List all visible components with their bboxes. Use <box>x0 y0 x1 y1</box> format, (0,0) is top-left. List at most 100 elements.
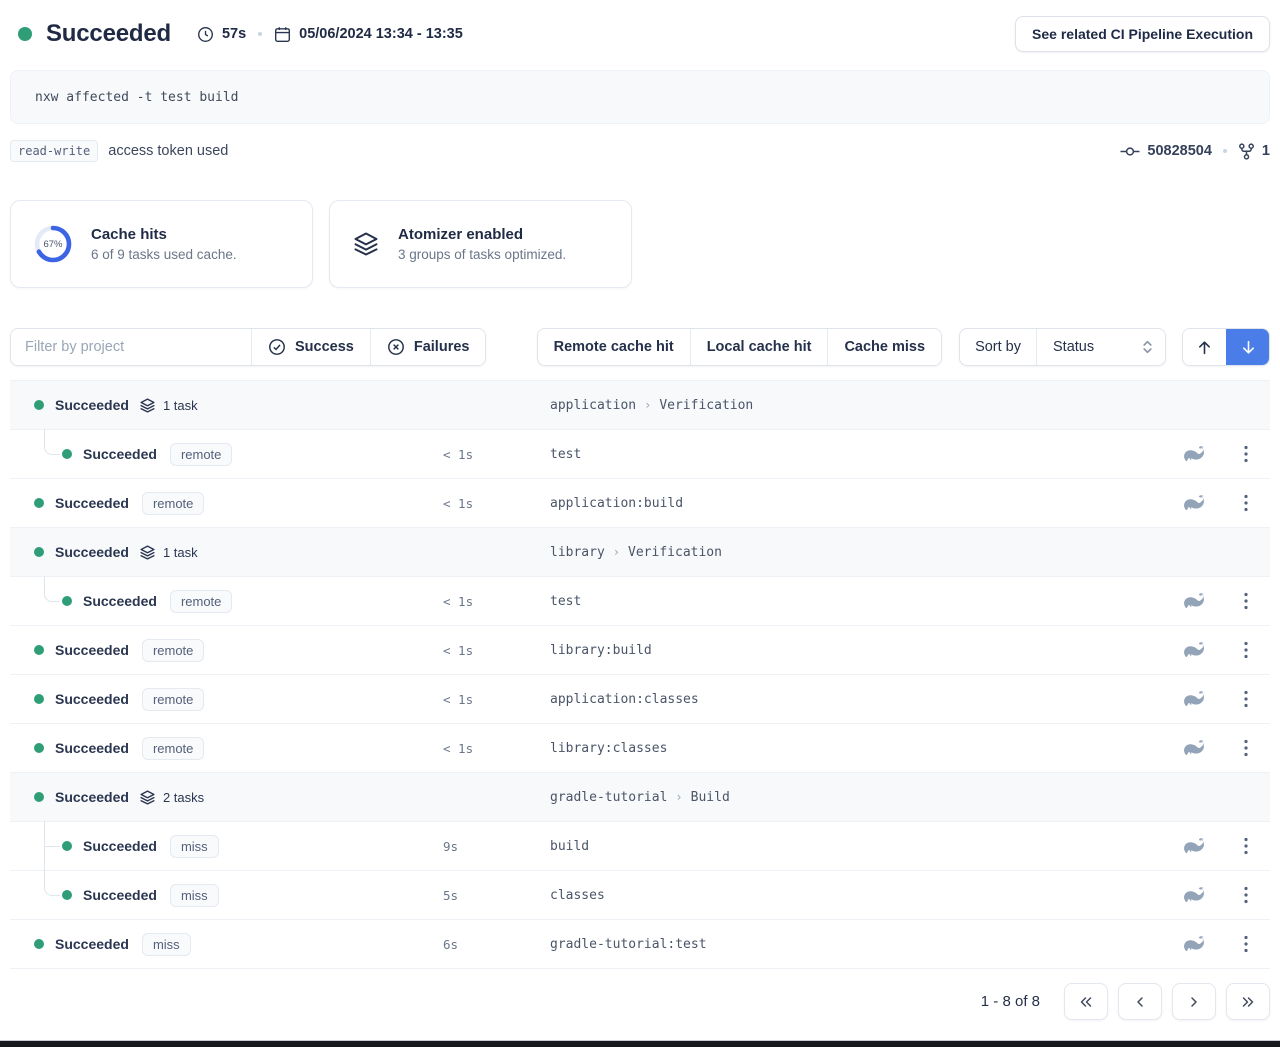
last-page-icon <box>1240 994 1256 1010</box>
kebab-menu-icon[interactable] <box>1240 639 1252 661</box>
vcs-info: 50828504 1 <box>1120 143 1270 160</box>
kebab-menu-icon[interactable] <box>1240 492 1252 514</box>
task-row[interactable]: Succeededmiss5sclasses <box>10 871 1270 920</box>
status-label: Succeeded <box>55 495 129 511</box>
row-menu-cell <box>1222 492 1270 514</box>
duration-cell: 9s <box>443 839 550 854</box>
gradle-icon[interactable] <box>1183 936 1206 952</box>
sort-ascending-button[interactable] <box>1183 329 1226 365</box>
task-count: 2 tasks <box>163 790 204 805</box>
first-page-icon <box>1078 994 1094 1010</box>
kebab-menu-icon[interactable] <box>1240 884 1252 906</box>
task-group-row[interactable]: Succeeded1 task application›Verification <box>10 381 1270 430</box>
duration-cell: < 1s <box>443 741 550 756</box>
task-row[interactable]: Succeededmiss6sgradle-tutorial:test <box>10 920 1270 969</box>
task-row[interactable]: Succeededremote< 1sapplication:classes <box>10 675 1270 724</box>
next-page-button[interactable] <box>1172 983 1216 1020</box>
sort-descending-button[interactable] <box>1226 329 1269 365</box>
sort-direction-group <box>1182 328 1270 366</box>
gradle-link-cell <box>1166 691 1222 707</box>
last-page-button[interactable] <box>1226 983 1270 1020</box>
status-cell: Succeeded1 task <box>10 544 443 561</box>
task-list: Succeeded1 taskapplication›VerificationS… <box>10 380 1270 969</box>
task-group-row[interactable]: Succeeded1 tasklibrary›Verification <box>10 528 1270 577</box>
kebab-menu-icon[interactable] <box>1240 688 1252 710</box>
status-label: Succeeded <box>55 936 129 952</box>
chevron-right-icon: › <box>613 545 620 559</box>
row-menu-cell <box>1222 688 1270 710</box>
status-cell: Succeeded1 task <box>10 397 443 414</box>
layers-icon <box>139 397 156 414</box>
remote-cache-hit-button[interactable]: Remote cache hit <box>538 329 690 365</box>
card-subtitle: 6 of 9 tasks used cache. <box>91 247 237 262</box>
group-breadcrumb: application›Verification <box>550 398 1166 413</box>
related-ci-pipeline-button[interactable]: See related CI Pipeline Execution <box>1015 16 1270 52</box>
kebab-menu-icon[interactable] <box>1240 737 1252 759</box>
tree-connector <box>44 846 46 871</box>
pagination-label: 1 - 8 of 8 <box>981 993 1040 1010</box>
cache-status-badge: remote <box>142 688 204 711</box>
failures-filter-button[interactable]: Failures <box>370 329 486 365</box>
task-row[interactable]: Succeededmiss9sbuild <box>10 822 1270 871</box>
duration-cell: < 1s <box>443 447 550 462</box>
sort-group: Sort by Status <box>959 328 1166 366</box>
task-row[interactable]: Succeededremote< 1slibrary:build <box>10 626 1270 675</box>
summary-cards: 67% Cache hits 6 of 9 tasks used cache. … <box>10 200 1270 288</box>
task-name: library:build <box>550 643 1166 658</box>
card-title: Cache hits <box>91 226 237 243</box>
task-row[interactable]: Succeededremote< 1stest <box>10 577 1270 626</box>
task-group-row[interactable]: Succeeded2 tasksgradle-tutorial›Build <box>10 773 1270 822</box>
duration-cell: < 1s <box>443 496 550 511</box>
sort-select[interactable]: Status <box>1036 329 1165 365</box>
progress-ring-icon: 67% <box>33 224 73 264</box>
gradle-icon[interactable] <box>1183 838 1206 854</box>
gradle-link-cell <box>1166 838 1222 854</box>
sort-select-value: Status <box>1053 339 1094 355</box>
gradle-icon[interactable] <box>1183 446 1206 462</box>
success-filter-label: Success <box>295 339 354 355</box>
local-cache-hit-button[interactable]: Local cache hit <box>690 329 828 365</box>
card-subtitle: 3 groups of tasks optimized. <box>398 247 566 262</box>
cache-miss-button[interactable]: Cache miss <box>827 329 941 365</box>
row-menu-cell <box>1222 639 1270 661</box>
card-title: Atomizer enabled <box>398 226 566 243</box>
atomizer-card[interactable]: Atomizer enabled 3 groups of tasks optim… <box>329 200 632 288</box>
first-page-button[interactable] <box>1064 983 1108 1020</box>
gradle-icon[interactable] <box>1183 740 1206 756</box>
task-row[interactable]: Succeededremote< 1sapplication:build <box>10 479 1270 528</box>
gradle-icon[interactable] <box>1183 642 1206 658</box>
status-cell: Succeededremote <box>10 443 443 466</box>
gradle-icon[interactable] <box>1183 495 1206 511</box>
kebab-menu-icon[interactable] <box>1240 443 1252 465</box>
status-label: Succeeded <box>55 740 129 756</box>
select-chevrons-icon <box>1142 339 1153 355</box>
run-detail-page: Succeeded 57s 05/06/2024 13:34 - 13:35 S… <box>0 12 1280 1020</box>
status-dot-icon <box>62 841 72 851</box>
success-filter-button[interactable]: Success <box>251 329 370 365</box>
gradle-icon[interactable] <box>1183 593 1206 609</box>
task-row[interactable]: Succeededremote< 1slibrary:classes <box>10 724 1270 773</box>
kebab-menu-icon[interactable] <box>1240 933 1252 955</box>
tree-connector <box>44 821 60 847</box>
gradle-icon[interactable] <box>1183 691 1206 707</box>
filter-by-project-input[interactable] <box>11 329 251 365</box>
duration-cell: < 1s <box>443 594 550 609</box>
task-row[interactable]: Succeededremote< 1stest <box>10 430 1270 479</box>
branch-icon <box>1238 143 1255 160</box>
kebab-menu-icon[interactable] <box>1240 835 1252 857</box>
status-dot-icon <box>34 939 44 949</box>
cache-hits-card[interactable]: 67% Cache hits 6 of 9 tasks used cache. <box>10 200 313 288</box>
kebab-menu-icon[interactable] <box>1240 590 1252 612</box>
task-name: classes <box>550 888 1166 903</box>
status-cell: Succeeded2 tasks <box>10 789 443 806</box>
layers-icon <box>139 789 156 806</box>
failures-filter-label: Failures <box>414 339 470 355</box>
status-dot-icon <box>34 498 44 508</box>
gradle-icon[interactable] <box>1183 887 1206 903</box>
prev-page-button[interactable] <box>1118 983 1162 1020</box>
filter-toolbar: Success Failures Remote cache hit Local … <box>10 328 1270 366</box>
status-label: Succeeded <box>83 838 157 854</box>
task-name: build <box>550 839 1166 854</box>
breadcrumb-project: library <box>550 545 605 560</box>
commit-sha[interactable]: 50828504 <box>1147 143 1212 159</box>
